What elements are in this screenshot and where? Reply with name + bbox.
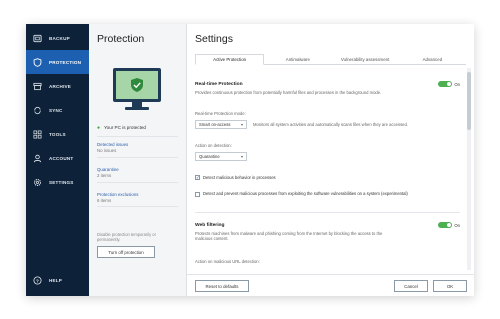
sidebar-item-label: BACKUP <box>49 35 70 41</box>
sidebar: BACKUP PROTECTION ARCHIVE SYNC TOOLS ACC… <box>26 24 89 296</box>
realtime-description: Provides continuous protection from pote… <box>195 90 382 95</box>
sidebar-item-backup[interactable]: BACKUP <box>26 26 89 50</box>
mode-description: Monitors all system activities and autom… <box>253 122 409 127</box>
sidebar-item-label: ACCOUNT <box>49 155 74 161</box>
tab-antimalware[interactable]: Antimalware <box>264 54 331 64</box>
realtime-title: Real-time Protection <box>195 82 243 87</box>
web-filtering-title: Web filtering <box>195 223 225 228</box>
stat-protection-exclusions[interactable]: Protection exclusions 6 items <box>97 192 139 203</box>
web-filtering-toggle[interactable] <box>438 222 452 228</box>
tab-advanced[interactable]: Advanced <box>399 54 466 64</box>
sidebar-item-label: HELP <box>49 277 63 283</box>
settings-content: Real-time Protection On Provides continu… <box>195 68 460 270</box>
protection-panel: Protection ● Your PC is protected Detect… <box>89 24 187 296</box>
svg-text:?: ? <box>36 278 39 284</box>
help-icon: ? <box>33 275 42 285</box>
settings-footer: Reset to defaults Cancel OK <box>187 274 474 296</box>
sidebar-item-archive[interactable]: ARCHIVE <box>26 74 89 98</box>
settings-title: Settings <box>195 33 233 45</box>
disable-note: Disable protection temporarily or perman… <box>97 232 156 243</box>
realtime-toggle[interactable] <box>438 81 452 87</box>
detect-behavior-checkbox[interactable]: ✓ <box>195 175 200 180</box>
protection-title: Protection <box>97 33 145 45</box>
account-icon <box>33 154 42 163</box>
sidebar-item-protection[interactable]: PROTECTION <box>26 50 89 74</box>
sidebar-item-help[interactable]: ? HELP <box>26 268 89 292</box>
protection-status: ● Your PC is protected <box>97 124 146 131</box>
cancel-button[interactable]: Cancel <box>394 280 428 292</box>
sidebar-item-label: PROTECTION <box>49 59 82 65</box>
chevron-down-icon: ▾ <box>240 122 243 127</box>
sidebar-item-tools[interactable]: TOOLS <box>26 122 89 146</box>
web-filtering-state: On <box>454 223 460 228</box>
sidebar-item-label: TOOLS <box>49 131 66 137</box>
realtime-state: On <box>454 82 460 87</box>
chevron-down-icon: ▾ <box>240 154 243 159</box>
sidebar-item-label: SYNC <box>49 107 63 113</box>
app-window: BACKUP PROTECTION ARCHIVE SYNC TOOLS ACC… <box>26 24 474 296</box>
sidebar-item-sync[interactable]: SYNC <box>26 98 89 122</box>
action-label: Action on detection: <box>195 143 232 148</box>
monitor-illustration <box>113 68 161 102</box>
archive-icon <box>33 82 42 91</box>
turn-off-protection-button[interactable]: Turn off protection <box>97 246 155 258</box>
mode-select[interactable]: Smart on-access ▾ <box>195 120 247 129</box>
sidebar-item-account[interactable]: ACCOUNT <box>26 146 89 170</box>
stat-detected-issues[interactable]: Detected issues No issues <box>97 142 128 153</box>
status-dot-icon: ● <box>97 124 101 131</box>
url-action-label: Action on malicious URL detection: <box>195 259 260 264</box>
sidebar-item-settings[interactable]: SETTINGS <box>26 170 89 194</box>
shield-check-icon <box>131 78 143 92</box>
sidebar-item-label: ARCHIVE <box>49 83 72 89</box>
shield-icon <box>33 57 42 67</box>
tools-icon <box>33 130 42 139</box>
tab-vulnerability-assessment[interactable]: Vulnerability assessment <box>332 54 399 64</box>
mode-label: Real-time Protection mode: <box>195 111 246 116</box>
web-filtering-description: Protects machines from malware and phish… <box>195 231 383 242</box>
settings-panel: Settings Active Protection Antimalware V… <box>187 24 474 296</box>
settings-tabs: Active Protection Antimalware Vulnerabil… <box>195 54 466 65</box>
ok-button[interactable]: OK <box>433 280 467 292</box>
exploit-prevention-checkbox[interactable] <box>195 192 200 197</box>
stat-quarantine[interactable]: Quarantine 2 items <box>97 167 119 178</box>
detect-behavior-label: Detect malicious behavior in processes <box>203 175 276 180</box>
exploit-prevention-label: Detect and prevent malicious processes f… <box>203 191 408 196</box>
gear-icon <box>33 178 42 187</box>
reset-defaults-button[interactable]: Reset to defaults <box>195 280 249 292</box>
tab-active-protection[interactable]: Active Protection <box>195 54 265 65</box>
sidebar-item-label: SETTINGS <box>49 179 74 185</box>
settings-scrollbar[interactable] <box>467 68 471 270</box>
action-select[interactable]: Quarantine ▾ <box>195 152 247 161</box>
sync-icon <box>33 106 42 115</box>
backup-icon <box>33 34 42 43</box>
